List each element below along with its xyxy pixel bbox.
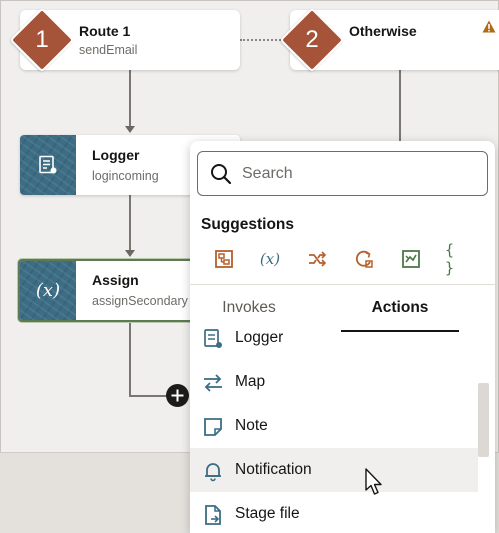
list-item-label: Notification bbox=[235, 461, 312, 478]
route-title: Route 1 bbox=[79, 23, 131, 39]
list-scrollbar-thumb[interactable] bbox=[478, 383, 489, 457]
stage-file-icon bbox=[205, 505, 221, 525]
list-item-map[interactable]: Map bbox=[190, 360, 478, 404]
connector-line bbox=[129, 70, 131, 127]
connector-line bbox=[129, 395, 169, 397]
tabs-divider bbox=[190, 284, 495, 285]
list-item-logger[interactable]: Logger bbox=[190, 316, 478, 360]
suggestions-label: Suggestions bbox=[201, 216, 295, 233]
action-subtitle: assignSecondary bbox=[92, 294, 188, 308]
add-action-button[interactable] bbox=[166, 384, 189, 407]
plus-icon bbox=[171, 389, 184, 402]
list-item-label: Note bbox=[235, 417, 268, 434]
note-icon bbox=[204, 418, 222, 436]
map-arrows-icon bbox=[204, 374, 222, 392]
action-title: Logger bbox=[92, 147, 140, 163]
switch-icon[interactable] bbox=[304, 247, 330, 271]
route-number: 2 bbox=[305, 26, 319, 53]
tab-invokes[interactable]: Invokes bbox=[190, 299, 308, 317]
search-icon bbox=[211, 164, 232, 185]
route-title: Otherwise bbox=[349, 23, 417, 39]
map-icon[interactable] bbox=[398, 247, 424, 271]
variable-fx-icon: (x) bbox=[20, 261, 76, 320]
search-input[interactable] bbox=[242, 161, 472, 186]
list-item-stage-file[interactable]: Stage file bbox=[190, 492, 478, 533]
connector-arrow bbox=[124, 250, 135, 257]
logger-icon bbox=[20, 135, 76, 195]
logger-icon bbox=[204, 329, 222, 348]
json-icon[interactable]: { } bbox=[445, 241, 471, 277]
connector-line bbox=[129, 194, 131, 251]
route-subtitle: sendEmail bbox=[79, 43, 138, 57]
search-box[interactable] bbox=[197, 151, 488, 196]
list-item-label: Logger bbox=[235, 329, 284, 346]
list-item-label: Map bbox=[235, 373, 266, 390]
data-stitch-icon[interactable] bbox=[211, 247, 237, 271]
list-item-label: Stage file bbox=[235, 505, 300, 522]
variable-fx-icon[interactable]: (x) bbox=[257, 247, 283, 271]
connector-arrow bbox=[124, 126, 135, 133]
add-action-popup: Suggestions (x) bbox=[190, 141, 495, 533]
tab-actions[interactable]: Actions bbox=[341, 299, 459, 317]
action-title: Assign bbox=[92, 272, 139, 288]
connector-line bbox=[399, 70, 401, 142]
connector-line bbox=[129, 322, 131, 396]
action-subtitle: logincoming bbox=[92, 169, 159, 183]
mouse-pointer-icon bbox=[365, 468, 382, 495]
route-connector-dotted bbox=[240, 39, 285, 41]
bell-icon bbox=[205, 463, 221, 482]
list-item-note[interactable]: Note bbox=[190, 404, 478, 448]
route-number: 1 bbox=[35, 26, 49, 53]
warning-icon[interactable] bbox=[482, 20, 496, 33]
for-each-icon[interactable] bbox=[351, 247, 377, 271]
list-item-notification[interactable]: Notification bbox=[190, 448, 478, 492]
